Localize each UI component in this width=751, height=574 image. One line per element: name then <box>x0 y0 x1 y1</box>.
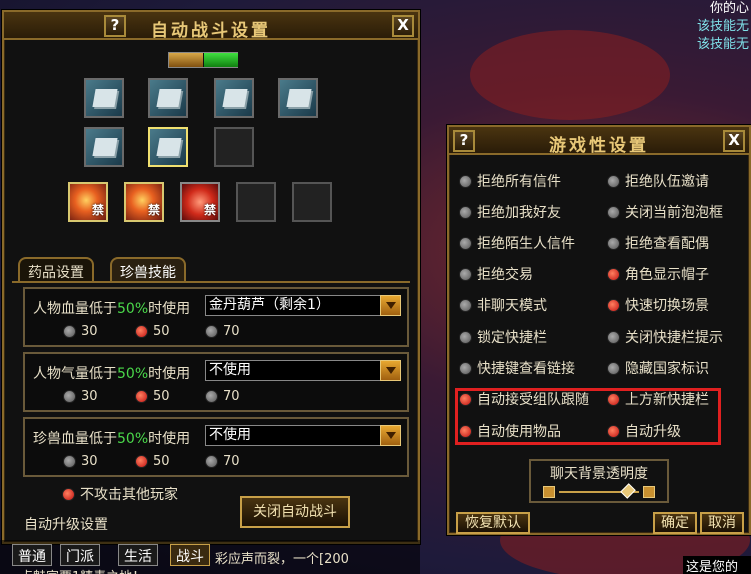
slider-right-button[interactable] <box>643 486 655 498</box>
hp-setting: 人物血量低于50%时使用 金丹葫芦（剩余1） 30 50 70 <box>23 287 409 347</box>
pet-hp-label: 珍兽血量低于50%时使用 <box>33 431 191 447</box>
system-message: 你的心 <box>709 1 749 16</box>
option-checkbox[interactable]: 快捷键查看链接 <box>459 361 575 377</box>
transparency-group: 聊天背景透明度 <box>529 459 669 503</box>
option-checkbox[interactable]: 关闭快捷栏提示 <box>607 330 723 346</box>
chevron-down-icon[interactable] <box>380 295 401 316</box>
close-auto-battle-button[interactable]: 关闭自动战斗 <box>240 496 350 528</box>
option-checkbox[interactable]: 拒绝队伍邀请 <box>607 174 709 190</box>
option-checkbox[interactable]: 隐藏国家标识 <box>607 361 709 377</box>
option-checkbox[interactable]: 拒绝陌生人信件 <box>459 236 575 252</box>
game-settings-panel: ? 游戏性设置 X 拒绝所有信件 拒绝加我好友 拒绝陌生人信件 拒绝交易 非聊天… <box>447 125 751 535</box>
chat-tab-normal[interactable]: 普通 <box>12 544 52 566</box>
game-settings-title: 游戏性设置 <box>549 136 649 156</box>
ban-badge: 禁 <box>203 203 216 217</box>
dropdown-value: 金丹葫芦（剩余1） <box>209 297 330 313</box>
pet-skill-slot-empty[interactable] <box>292 182 332 222</box>
radio-30[interactable]: 30 <box>63 390 98 404</box>
system-message: 该技能无 <box>696 19 749 34</box>
pet-skill-slot-empty[interactable] <box>236 182 276 222</box>
skill-slot-empty[interactable] <box>214 127 254 167</box>
system-messages: 你的心 该技能无 该技能无 <box>679 0 749 54</box>
tab-divider <box>12 281 410 283</box>
mode-toggle-right[interactable] <box>204 53 238 67</box>
radio-50[interactable]: 50 <box>135 455 170 469</box>
mp-label: 人物气量低于50%时使用 <box>33 366 191 382</box>
mode-toggle-left[interactable] <box>169 53 203 67</box>
tab-pet-skills[interactable]: 珍兽技能 <box>110 257 186 281</box>
chat-message: 点魅宣要1精青之地！ <box>20 566 145 574</box>
ok-button[interactable]: 确定 <box>653 512 697 534</box>
option-checkbox[interactable]: 关闭当前泡泡框 <box>607 205 723 221</box>
pet-hp-item-dropdown[interactable]: 不使用 <box>205 425 401 446</box>
pet-skill-slot[interactable]: 禁 <box>124 182 164 222</box>
restore-default-button[interactable]: 恢复默认 <box>456 512 530 534</box>
game-settings-titlebar[interactable]: ? 游戏性设置 X <box>449 127 749 156</box>
pet-skill-slot[interactable]: 禁 <box>68 182 108 222</box>
close-button[interactable]: X <box>723 130 745 152</box>
auto-upgrade-label: 自动升级设置 <box>24 517 108 533</box>
option-checkbox[interactable]: 拒绝所有信件 <box>459 174 561 190</box>
pet-skill-slot[interactable]: 禁 <box>180 182 220 222</box>
highlight-frame <box>455 388 721 445</box>
mp-item-dropdown[interactable]: 不使用 <box>205 360 401 381</box>
auto-battle-title: 自动战斗设置 <box>151 21 271 41</box>
option-checkbox[interactable]: 角色显示帽子 <box>607 267 709 283</box>
radio-30[interactable]: 30 <box>63 455 98 469</box>
skill-slot[interactable] <box>148 78 188 118</box>
pet-hp-setting: 珍兽血量低于50%时使用 不使用 30 50 70 <box>23 417 409 477</box>
option-checkbox[interactable]: 拒绝加我好友 <box>459 205 561 221</box>
radio-30[interactable]: 30 <box>63 325 98 339</box>
skill-slot-selected[interactable] <box>148 127 188 167</box>
close-button[interactable]: X <box>392 15 414 37</box>
ban-badge: 禁 <box>91 203 104 217</box>
skill-slot[interactable] <box>84 78 124 118</box>
system-message: 该技能无 <box>696 37 749 52</box>
chat-message: 彩应声而裂，一个[200 <box>215 552 349 567</box>
chevron-down-icon[interactable] <box>380 425 401 446</box>
hp-item-dropdown[interactable]: 金丹葫芦（剩余1） <box>205 295 401 316</box>
radio-70[interactable]: 70 <box>205 390 240 404</box>
tab-medicine[interactable]: 药品设置 <box>18 257 94 281</box>
radio-70[interactable]: 70 <box>205 325 240 339</box>
option-checkbox[interactable]: 非聊天模式 <box>459 298 547 314</box>
chevron-down-icon[interactable] <box>380 360 401 381</box>
mp-setting: 人物气量低于50%时使用 不使用 30 50 70 <box>23 352 409 412</box>
skill-slot[interactable] <box>84 127 124 167</box>
mode-toggle[interactable] <box>168 52 238 68</box>
ban-badge: 禁 <box>147 203 160 217</box>
skill-slot[interactable] <box>278 78 318 118</box>
radio-50[interactable]: 50 <box>135 390 170 404</box>
option-checkbox[interactable]: 拒绝交易 <box>459 267 533 283</box>
system-message-bottom: 这是您的第 <box>683 556 751 574</box>
slider-left-button[interactable] <box>543 486 555 498</box>
hp-label: 人物血量低于50%时使用 <box>33 301 191 317</box>
radio-50[interactable]: 50 <box>135 325 170 339</box>
skill-slot[interactable] <box>214 78 254 118</box>
chat-tab-battle[interactable]: 战斗 <box>170 544 210 566</box>
cancel-button[interactable]: 取消 <box>700 512 744 534</box>
dropdown-value: 不使用 <box>209 427 251 443</box>
auto-battle-panel: ? 自动战斗设置 X 禁 禁 禁 药品设置 珍兽技能 人物血量低于50%时使用 … <box>2 10 420 544</box>
chat-tab-life[interactable]: 生活 <box>118 544 158 566</box>
auto-battle-titlebar[interactable]: ? 自动战斗设置 X <box>4 12 418 41</box>
option-checkbox[interactable]: 拒绝查看配偶 <box>607 236 709 252</box>
transparency-label: 聊天背景透明度 <box>550 466 648 482</box>
option-checkbox[interactable]: 快速切换场景 <box>607 298 709 314</box>
slider-handle[interactable] <box>620 483 636 499</box>
option-checkbox[interactable]: 锁定快捷栏 <box>459 330 547 346</box>
chat-tab-sect[interactable]: 门派 <box>60 544 100 566</box>
dropdown-value: 不使用 <box>209 362 251 378</box>
no-attack-checkbox[interactable]: 不攻击其他玩家 <box>62 488 178 502</box>
radio-70[interactable]: 70 <box>205 455 240 469</box>
